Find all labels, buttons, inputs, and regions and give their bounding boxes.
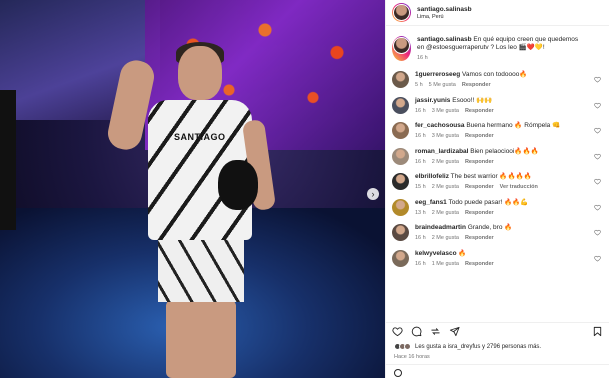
translate-button[interactable]: Ver traducción bbox=[500, 184, 538, 190]
comment-item: fer_cachosousa Buena hermano 🔥 Rómpela 👊… bbox=[392, 122, 601, 139]
comment-username[interactable]: roman_lardizabal bbox=[415, 148, 468, 155]
liker-avatar bbox=[404, 343, 411, 350]
share-icon[interactable] bbox=[430, 326, 441, 337]
heart-icon[interactable] bbox=[594, 229, 601, 236]
comment-time: 16 h bbox=[415, 235, 426, 241]
comment-username[interactable]: braindeadmartin bbox=[415, 224, 466, 231]
background-person bbox=[0, 90, 16, 230]
heart-icon[interactable] bbox=[594, 76, 601, 83]
heart-icon[interactable] bbox=[594, 127, 601, 134]
heart-icon[interactable] bbox=[594, 255, 601, 262]
comment-item: roman_lardizabal Bien pelaociooi🔥🔥🔥 16 h 2… bbox=[392, 147, 601, 165]
author-username[interactable]: santiago.salinasb bbox=[417, 6, 472, 13]
comment-username[interactable]: elbrillofeliz bbox=[415, 173, 449, 180]
comment-time: 16 h bbox=[415, 158, 426, 165]
post-timestamp: Hace 16 horas bbox=[394, 354, 430, 360]
comment-text: Bien pelaociooi🔥🔥🔥 bbox=[470, 147, 539, 155]
caption: santiago.salinasb En qué equipo creen qu… bbox=[392, 36, 601, 61]
comment-text: Esooo!! 🙌🙌 bbox=[452, 96, 493, 104]
comments-list: santiago.salinasb En qué equipo creen qu… bbox=[386, 30, 609, 320]
comment-likes[interactable]: 3 Me gusta bbox=[432, 108, 459, 114]
action-bar bbox=[386, 322, 609, 340]
comment-text: Vamos con todoooo🔥 bbox=[461, 71, 528, 78]
reply-button[interactable]: Responder bbox=[465, 133, 494, 139]
comment-item: elbrillofeliz The best warrior 🔥🔥🔥🔥 15 h 2… bbox=[392, 173, 601, 190]
bookmark-icon[interactable] bbox=[592, 326, 603, 337]
comment-time: 15 h bbox=[415, 184, 426, 190]
post-location[interactable]: Lima, Perú bbox=[417, 14, 472, 20]
comment-likes[interactable]: 2 Me gusta bbox=[432, 184, 459, 190]
caption-username[interactable]: santiago.salinasb bbox=[417, 36, 472, 43]
post-photo[interactable]: SANTIAGO › bbox=[0, 0, 385, 378]
reply-button[interactable]: Responder bbox=[465, 108, 494, 114]
comment-likes[interactable]: 2 Me gusta bbox=[432, 210, 459, 216]
comment-item: eeg_fans1 Todo puede pasar! 🔥🔥💪 13 h 2 Me … bbox=[392, 198, 601, 216]
comment-time: 13 h bbox=[415, 209, 426, 216]
likes-summary[interactable]: Les gusta a isra_dreyfus y 2796 personas… bbox=[394, 343, 541, 350]
comment-time: 16 h bbox=[415, 107, 426, 114]
post-panel: santiago.salinasb Lima, Perú santiago.sa… bbox=[385, 0, 609, 378]
send-icon[interactable] bbox=[449, 326, 460, 337]
avatar[interactable] bbox=[392, 224, 409, 241]
avatar[interactable] bbox=[392, 249, 409, 267]
comment-likes[interactable]: 5 Me gusta bbox=[429, 82, 456, 88]
comment-username[interactable]: jassir.yunis bbox=[415, 97, 450, 104]
comment-text: Grande, bro 🔥 bbox=[467, 224, 513, 231]
emoji-icon[interactable] bbox=[394, 369, 402, 377]
comment-time: 16 h bbox=[415, 260, 426, 267]
reply-button[interactable]: Responder bbox=[465, 184, 494, 190]
add-comment-bar[interactable] bbox=[386, 364, 609, 378]
author-avatar[interactable] bbox=[392, 3, 411, 22]
likes-text[interactable]: Les gusta a isra_dreyfus y 2796 personas… bbox=[415, 344, 541, 350]
post-header: santiago.salinasb Lima, Perú bbox=[386, 0, 609, 26]
comment-icon[interactable] bbox=[411, 326, 422, 337]
comment-likes[interactable]: 2 Me gusta bbox=[432, 235, 459, 241]
avatar[interactable] bbox=[392, 147, 409, 165]
comment-text: Todo puede pasar! 🔥🔥💪 bbox=[448, 198, 529, 206]
comment-username[interactable]: fer_cachosousa bbox=[415, 122, 465, 129]
comment-username[interactable]: eeg_fans1 bbox=[415, 199, 447, 206]
comment-item: kelwyvelasco 🔥 16 h 1 Me gusta Responder bbox=[392, 249, 601, 267]
avatar[interactable] bbox=[392, 198, 409, 216]
reply-button[interactable]: Responder bbox=[465, 159, 494, 165]
comment-text: The best warrior 🔥🔥🔥🔥 bbox=[450, 173, 532, 180]
heart-icon[interactable] bbox=[594, 153, 601, 160]
comment-likes[interactable]: 2 Me gusta bbox=[432, 159, 459, 165]
comment-time: 16 h bbox=[415, 133, 426, 139]
avatar[interactable] bbox=[392, 96, 409, 114]
reply-button[interactable]: Responder bbox=[465, 235, 494, 241]
chevron-right-icon[interactable]: › bbox=[367, 188, 379, 200]
comment-username[interactable]: 1guerreroseeg bbox=[415, 71, 460, 78]
comment-text: Buena hermano 🔥 Rómpela 👊 bbox=[466, 122, 561, 129]
comment-item: jassir.yunis Esooo!! 🙌🙌 16 h 3 Me gusta Res… bbox=[392, 96, 601, 114]
comment-text: 🔥 bbox=[458, 249, 467, 257]
reply-button[interactable]: Responder bbox=[462, 82, 491, 88]
avatar[interactable] bbox=[392, 71, 409, 88]
comment-item: 1guerreroseeg Vamos con todoooo🔥 5 h 5 Me … bbox=[392, 71, 601, 88]
heart-icon[interactable] bbox=[594, 178, 601, 185]
reply-button[interactable]: Responder bbox=[465, 261, 494, 267]
heart-icon[interactable] bbox=[594, 204, 601, 211]
avatar[interactable] bbox=[392, 173, 409, 190]
athlete-figure: SANTIAGO bbox=[105, 40, 280, 378]
comment-username[interactable]: kelwyvelasco bbox=[415, 250, 457, 257]
avatar[interactable] bbox=[392, 36, 411, 61]
avatar[interactable] bbox=[392, 122, 409, 139]
reply-button[interactable]: Responder bbox=[465, 210, 494, 216]
comment-likes[interactable]: 1 Me gusta bbox=[432, 261, 459, 267]
shirt-text: SANTIAGO bbox=[174, 132, 226, 142]
helmet bbox=[218, 160, 258, 210]
heart-icon[interactable] bbox=[392, 326, 403, 337]
comment-likes[interactable]: 3 Me gusta bbox=[432, 133, 459, 139]
caption-time: 16 h bbox=[417, 55, 428, 61]
comment-item: braindeadmartin Grande, bro 🔥 16 h 2 Me gu… bbox=[392, 224, 601, 241]
heart-icon[interactable] bbox=[594, 102, 601, 109]
comment-time: 5 h bbox=[415, 82, 423, 88]
